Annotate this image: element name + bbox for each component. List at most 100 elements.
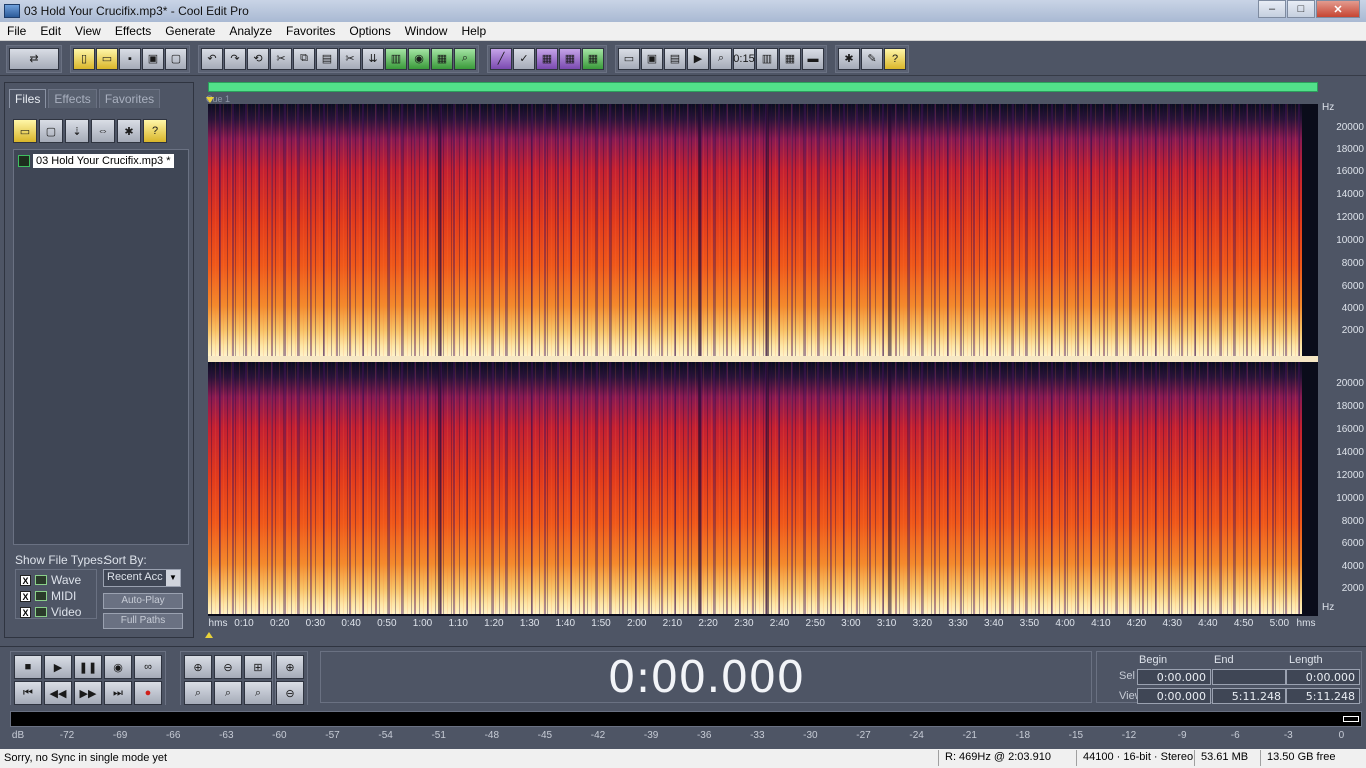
time-format-icon[interactable]: 0:15 [733, 47, 755, 70]
grid3-icon[interactable]: ▦ [559, 47, 581, 70]
vertical-zoom-out-button[interactable]: ⊖ [276, 681, 304, 705]
zoom-in-icon[interactable]: ⌕ [710, 47, 732, 70]
stop-button[interactable]: ■ [14, 655, 42, 679]
menu-help[interactable]: Help [454, 24, 493, 38]
sort-by-select[interactable]: Recent Acc ▼ [103, 569, 181, 587]
sel-length-field[interactable]: 0:00.000 [1286, 669, 1360, 685]
zoom-out-button[interactable]: ⊖ [214, 655, 242, 679]
open-icon[interactable]: ▭ [96, 47, 118, 70]
full-paths-button[interactable]: Full Paths [103, 613, 183, 629]
maximize-button[interactable]: □ [1287, 0, 1315, 18]
play-button[interactable]: ▶ [44, 655, 72, 679]
options-icon[interactable]: ✱ [117, 119, 141, 143]
rewind-button[interactable]: ◀◀ [44, 681, 72, 705]
spectral-display[interactable] [208, 104, 1318, 616]
vertical-zoom-in-button[interactable]: ⊕ [276, 655, 304, 679]
go-end-button[interactable]: ⏭ [104, 681, 132, 705]
spectral-view-icon[interactable]: ▣ [641, 47, 663, 70]
menu-analyze[interactable]: Analyze [222, 24, 279, 38]
filter-icon[interactable]: ⌕ [454, 47, 476, 70]
wave-checkbox[interactable]: X [20, 574, 31, 586]
pause-button[interactable]: ❚❚ [74, 655, 102, 679]
grid-icon[interactable]: ✓ [513, 47, 535, 70]
zoom-selection-button[interactable]: ⌕ [244, 681, 272, 705]
new-icon[interactable]: ▯ [73, 47, 95, 70]
repeat-icon[interactable]: ⟲ [247, 47, 269, 70]
redo-icon[interactable]: ↷ [224, 47, 246, 70]
menu-effects[interactable]: Effects [108, 24, 158, 38]
loop-icon[interactable]: ▥ [385, 47, 407, 70]
insert-icon[interactable]: ⇣ [65, 119, 89, 143]
view-length-field[interactable]: 5:11.248 [1286, 688, 1360, 704]
hide-icon[interactable]: ▬ [802, 47, 824, 70]
help-icon[interactable]: ? [143, 119, 167, 143]
cd-icon[interactable]: ◉ [408, 47, 430, 70]
multitrack-icon[interactable]: ⇄ [9, 47, 59, 70]
zoom-left-button[interactable]: ⌕ [184, 681, 212, 705]
menu-view[interactable]: View [68, 24, 108, 38]
tab-effects[interactable]: Effects [48, 89, 97, 108]
record-button[interactable]: ● [134, 681, 162, 705]
video-checkbox[interactable]: X [20, 606, 31, 618]
open-file-icon[interactable]: ▭ [13, 119, 37, 143]
midi-checkbox[interactable]: X [20, 590, 31, 602]
menu-edit[interactable]: Edit [33, 24, 68, 38]
chevron-down-icon[interactable]: ▼ [166, 570, 180, 586]
scripts-icon[interactable]: ▦ [431, 47, 453, 70]
go-start-button[interactable]: ⏮ [14, 681, 42, 705]
sel-begin-field[interactable]: 0:00.000 [1137, 669, 1211, 685]
menu-options[interactable]: Options [342, 24, 397, 38]
save-icon[interactable]: ▪ [119, 47, 141, 70]
meter-icon[interactable]: ▦ [779, 47, 801, 70]
waveform-view-icon[interactable]: ▭ [618, 47, 640, 70]
trim-icon[interactable]: ✂ [339, 47, 361, 70]
edit-file-icon[interactable]: ⇔ [91, 119, 115, 143]
filetype-wave[interactable]: X Wave [20, 572, 92, 588]
zoom-right-button[interactable]: ⌕ [214, 681, 242, 705]
help-icon[interactable]: ? [884, 47, 906, 70]
menu-favorites[interactable]: Favorites [279, 24, 342, 38]
view-end-field[interactable]: 5:11.248 [1212, 688, 1286, 704]
spectral-pitch-icon[interactable]: ▤ [664, 47, 686, 70]
close-file-icon[interactable]: ▢ [39, 119, 63, 143]
tools-icon[interactable]: ✎ [861, 47, 883, 70]
menu-generate[interactable]: Generate [158, 24, 222, 38]
spectrogram-right-channel[interactable] [208, 362, 1318, 614]
zoom-in-button[interactable]: ⊕ [184, 655, 212, 679]
fast-forward-button[interactable]: ▶▶ [74, 681, 102, 705]
cue-marker-icon[interactable] [206, 97, 214, 103]
grid2-icon[interactable]: ▦ [536, 47, 558, 70]
level-meter-bar[interactable] [10, 711, 1362, 727]
close-button[interactable]: ✕ [1316, 0, 1360, 18]
spectral-grid-icon[interactable]: ▦ [582, 47, 604, 70]
play-to-end-button[interactable]: ◉ [104, 655, 132, 679]
playhead-marker-icon[interactable] [205, 632, 213, 638]
save-all-icon[interactable]: ▣ [142, 47, 164, 70]
sel-end-field[interactable] [1212, 669, 1286, 685]
filetype-video[interactable]: X Video [20, 604, 92, 620]
copy-icon[interactable]: ⧉ [293, 47, 315, 70]
mix-paste-icon[interactable]: ⇊ [362, 47, 384, 70]
tab-favorites[interactable]: Favorites [98, 89, 161, 108]
spectrogram-left-channel[interactable] [208, 104, 1318, 356]
cut-icon[interactable]: ✂ [270, 47, 292, 70]
auto-play-button[interactable]: Auto-Play [103, 593, 183, 609]
overview-bar[interactable] [208, 82, 1318, 92]
list-item[interactable]: 03 Hold Your Crucifix.mp3 * [18, 154, 174, 168]
paste-icon[interactable]: ▤ [316, 47, 338, 70]
tab-files[interactable]: Files [9, 89, 47, 108]
menu-window[interactable]: Window [398, 24, 455, 38]
loop-play-button[interactable]: ∞ [134, 655, 162, 679]
minimize-button[interactable]: – [1258, 0, 1286, 18]
draw-icon[interactable]: ╱ [490, 47, 512, 70]
undo-icon[interactable]: ↶ [201, 47, 223, 70]
time-ruler[interactable]: hms 0:10 0:20 0:30 0:40 0:50 1:00 1:10 1:20 1:30 1… [208, 616, 1318, 632]
close-file-icon[interactable]: ▢ [165, 47, 187, 70]
cd-track-icon[interactable]: ▥ [756, 47, 778, 70]
view-begin-field[interactable]: 0:00.000 [1137, 688, 1211, 704]
play-selection-icon[interactable]: ▶ [687, 47, 709, 70]
menu-file[interactable]: File [0, 24, 33, 38]
filetype-midi[interactable]: X MIDI [20, 588, 92, 604]
settings-icon[interactable]: ✱ [838, 47, 860, 70]
zoom-full-button[interactable]: ⊞ [244, 655, 272, 679]
